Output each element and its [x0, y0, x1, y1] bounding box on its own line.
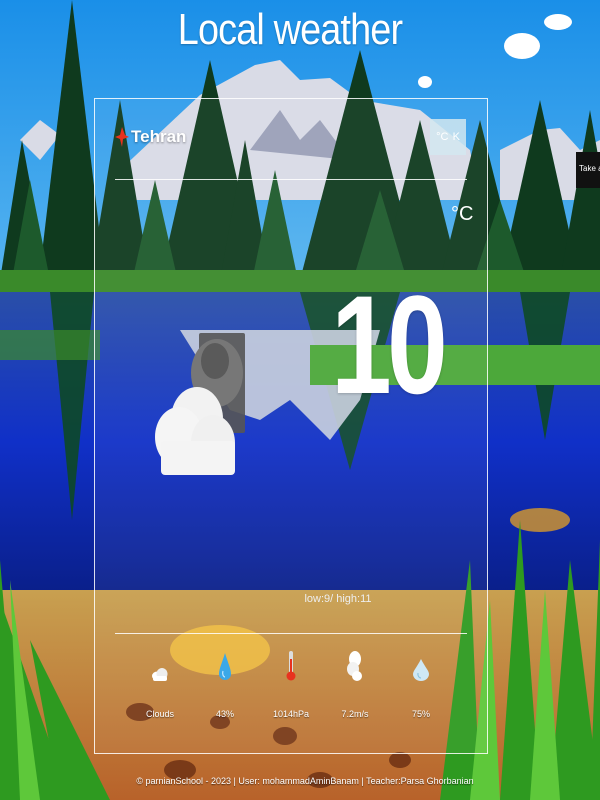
weather-stats: Clouds 43% 1014hPa 7.2m/s 75% [95, 647, 487, 727]
stat-label: 1014hPa [272, 709, 310, 719]
stat-label: 75% [411, 709, 430, 719]
humidity-icon [391, 647, 451, 681]
thermometer-icon [261, 647, 321, 681]
wind-icon [325, 647, 385, 681]
stat-clouds: Clouds [130, 647, 190, 719]
side-hint-panel[interactable]: Take a s [576, 152, 600, 188]
stat-label: 43% [215, 709, 234, 719]
low-high-temperature: low:9/ high:11 [304, 593, 372, 605]
divider [115, 179, 467, 180]
stat-humidity: 75% [391, 647, 451, 719]
city-name: Tehran [131, 127, 187, 146]
location: Tehran [115, 127, 186, 147]
location-pin-icon [115, 127, 129, 147]
divider [115, 633, 467, 634]
app-title: Local weather [177, 5, 403, 54]
current-temperature: 10 [331, 266, 448, 423]
footer-credits: © parnianSchool - 2023 | User: mohammadA… [136, 776, 474, 786]
celsius-button[interactable]: °C [436, 131, 448, 143]
stat-pressure: 1014hPa [261, 647, 321, 719]
weather-card: Tehran °C K °C 10 low:9/ high:11 Clouds [94, 98, 488, 754]
unit-toggle[interactable]: °C K [430, 119, 466, 155]
stat-label: Clouds [145, 709, 174, 719]
current-unit-label: °C [451, 203, 474, 225]
kelvin-button[interactable]: K [453, 131, 460, 143]
stat-label: 7.2m/s [341, 709, 369, 719]
cloud-icon [130, 647, 190, 681]
raindrop-icon [195, 647, 255, 681]
stat-rain: 43% [195, 647, 255, 719]
stat-wind: 7.2m/s [325, 647, 385, 719]
cloudy-icon [155, 333, 251, 483]
